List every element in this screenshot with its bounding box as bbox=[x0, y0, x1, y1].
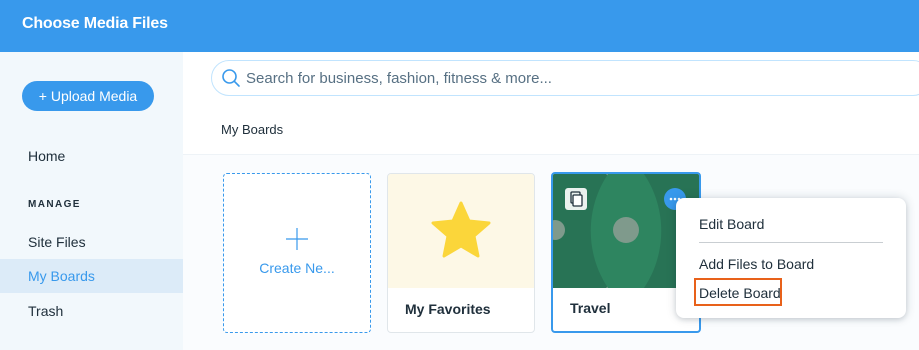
board-thumbnail bbox=[388, 174, 534, 288]
sidebar-item-trash[interactable]: Trash bbox=[0, 294, 183, 328]
board-label: Travel bbox=[570, 300, 611, 316]
board-label: My Favorites bbox=[405, 301, 491, 317]
menu-item-edit-board[interactable]: Edit Board bbox=[699, 216, 764, 232]
board-card-my-favorites[interactable]: My Favorites bbox=[387, 173, 535, 333]
menu-item-add-files[interactable]: Add Files to Board bbox=[699, 256, 814, 272]
create-board-label: Create Ne... bbox=[259, 260, 335, 276]
dialog-title: Choose Media Files bbox=[22, 15, 168, 32]
star-icon bbox=[431, 201, 491, 258]
search-input[interactable] bbox=[246, 61, 846, 95]
section-title: My Boards bbox=[221, 122, 284, 137]
sidebar-item-my-boards[interactable]: My Boards bbox=[0, 259, 183, 293]
search-icon bbox=[222, 69, 240, 87]
board-context-menu: Edit Board Add Files to Board Delete Boa… bbox=[676, 198, 906, 318]
create-board-card[interactable]: Create Ne... bbox=[223, 173, 371, 333]
copy-icon bbox=[565, 188, 587, 210]
header-bar: Choose Media Files bbox=[0, 0, 919, 52]
sidebar-item-site-files[interactable]: Site Files bbox=[0, 225, 183, 259]
sidebar-section-manage: MANAGE bbox=[28, 199, 81, 210]
search-box[interactable] bbox=[211, 60, 919, 96]
menu-divider bbox=[699, 242, 883, 243]
menu-item-delete-board[interactable]: Delete Board bbox=[699, 285, 781, 301]
upload-media-button[interactable]: + Upload Media bbox=[22, 81, 154, 111]
sidebar: + Upload Media Home MANAGE Site Files My… bbox=[0, 52, 183, 350]
sidebar-item-home[interactable]: Home bbox=[0, 139, 183, 173]
plus-icon bbox=[286, 228, 308, 250]
